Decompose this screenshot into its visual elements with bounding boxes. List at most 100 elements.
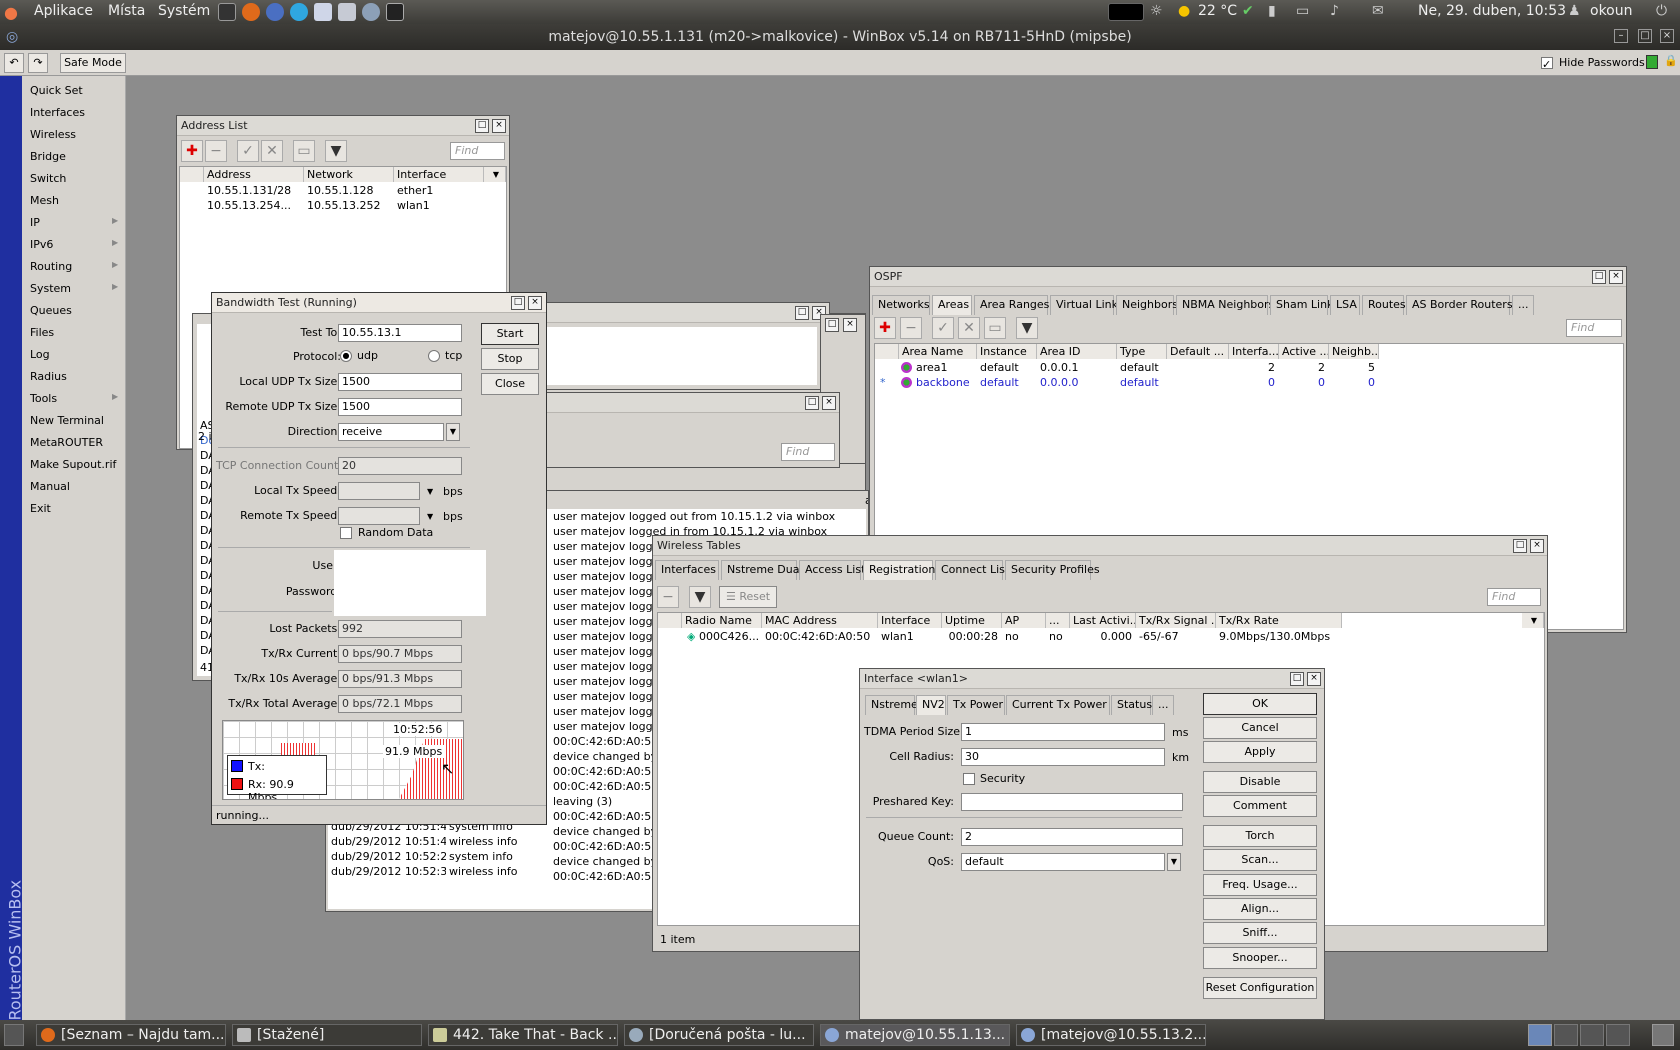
- add-icon[interactable]: ✚: [181, 140, 203, 162]
- menu-item[interactable]: Routing ▶: [30, 260, 126, 273]
- remote-speed-input[interactable]: [338, 507, 420, 525]
- close-button[interactable]: ×: [843, 318, 857, 332]
- column-header[interactable]: Network: [304, 167, 394, 182]
- column-header[interactable]: Type: [1117, 344, 1167, 359]
- monitor-launcher-icon[interactable]: [386, 3, 404, 21]
- column-header[interactable]: Tx/Rx Rate: [1216, 613, 1342, 628]
- find-input[interactable]: Find: [781, 443, 835, 461]
- disable-button[interactable]: Disable: [1203, 771, 1317, 793]
- column-header[interactable]: Uptime: [942, 613, 1002, 628]
- menu-item[interactable]: Quick Set: [30, 84, 126, 97]
- close-button[interactable]: ×: [1660, 29, 1674, 43]
- menu-item[interactable]: New Terminal: [30, 414, 126, 427]
- dropdown-icon[interactable]: ▼: [424, 484, 433, 499]
- workspace-4[interactable]: [1606, 1024, 1630, 1046]
- tab-connect-list[interactable]: Connect List: [935, 560, 1009, 580]
- safe-mode-button[interactable]: Safe Mode: [60, 53, 126, 73]
- ubuntu-logo-icon[interactable]: ●: [4, 3, 26, 22]
- remove-icon[interactable]: −: [900, 317, 922, 339]
- system-menu[interactable]: Systém: [158, 3, 210, 19]
- tcp-radio[interactable]: [428, 350, 440, 362]
- column-header[interactable]: Last Activi...: [1070, 613, 1136, 628]
- tab-nv2[interactable]: NV2: [916, 695, 946, 715]
- tab-access-list[interactable]: Access List: [799, 560, 865, 580]
- column-header[interactable]: [875, 344, 899, 359]
- column-header[interactable]: AP: [1002, 613, 1046, 628]
- maximize-button[interactable]: □: [825, 318, 839, 332]
- clock[interactable]: Ne, 29. duben, 10:53: [1418, 3, 1566, 19]
- menu-item[interactable]: Log: [30, 348, 126, 361]
- maximize-button[interactable]: □: [511, 296, 525, 310]
- column-header[interactable]: Tx/Rx Signal ...: [1136, 613, 1216, 628]
- menu-item[interactable]: IP ▶: [30, 216, 126, 229]
- start-button[interactable]: Start: [481, 323, 539, 345]
- menu-item[interactable]: Queues: [30, 304, 126, 317]
- column-header[interactable]: Interface: [878, 613, 942, 628]
- task-folder[interactable]: [Stažené]: [232, 1024, 422, 1046]
- snooper-button[interactable]: Snooper...: [1203, 947, 1317, 969]
- column-header[interactable]: Instance: [977, 344, 1037, 359]
- maximize-button[interactable]: □: [1290, 672, 1304, 686]
- close-button[interactable]: ×: [1307, 672, 1321, 686]
- udp-radio[interactable]: ●: [340, 350, 352, 362]
- menu-item[interactable]: Mesh: [30, 194, 126, 207]
- column-header[interactable]: [658, 613, 682, 628]
- comment-icon[interactable]: ▭: [984, 317, 1006, 339]
- pidgin-launcher-icon[interactable]: [266, 3, 284, 21]
- menu-item[interactable]: Bridge: [30, 150, 126, 163]
- tab-routes[interactable]: Routes: [1362, 295, 1406, 315]
- close-button[interactable]: ×: [822, 396, 836, 410]
- enable-icon[interactable]: ✓: [932, 317, 954, 339]
- comment-icon[interactable]: ▭: [293, 140, 315, 162]
- qos-dropdown-icon[interactable]: ▼: [1167, 853, 1181, 871]
- maximize-button[interactable]: □: [475, 119, 489, 133]
- random-data-checkbox[interactable]: [340, 527, 352, 539]
- close-button[interactable]: ×: [1609, 270, 1623, 284]
- task-mail[interactable]: [Doručená pošta - lu...: [624, 1024, 814, 1046]
- menu-item[interactable]: Exit: [30, 502, 126, 515]
- menu-item[interactable]: Interfaces: [30, 106, 126, 119]
- battery-icon[interactable]: ▭: [1296, 3, 1309, 19]
- tab-security-profiles[interactable]: Security Profiles: [1005, 560, 1100, 580]
- queue-count-input[interactable]: 2: [961, 828, 1183, 846]
- credentials-box[interactable]: [334, 550, 486, 616]
- cell-radius-input[interactable]: 30: [961, 748, 1165, 766]
- find-input[interactable]: Find: [1487, 588, 1541, 606]
- dropdown-icon[interactable]: ▼: [424, 509, 433, 524]
- maximize-button[interactable]: □: [1592, 270, 1606, 284]
- sniff-button[interactable]: Sniff...: [1203, 922, 1317, 944]
- menu-item[interactable]: Radius: [30, 370, 126, 383]
- direction-select[interactable]: receive: [338, 423, 444, 441]
- align-button[interactable]: Align...: [1203, 898, 1317, 920]
- volume-icon[interactable]: ♪: [1330, 3, 1339, 19]
- menu-item[interactable]: System ▶: [30, 282, 126, 295]
- tab-current-tx-power[interactable]: Current Tx Power: [1006, 695, 1110, 715]
- tab-interfaces[interactable]: Interfaces: [655, 560, 719, 580]
- reset-button[interactable]: ☰ Reset: [719, 586, 777, 608]
- remove-icon[interactable]: −: [657, 586, 679, 608]
- trash-icon[interactable]: [1652, 1024, 1674, 1046]
- scan-button[interactable]: Scan...: [1203, 849, 1317, 871]
- column-header[interactable]: ...: [1046, 613, 1070, 628]
- close-button[interactable]: ×: [528, 296, 542, 310]
- remote-udp-input[interactable]: 1500: [338, 398, 462, 416]
- undo-icon[interactable]: ↶: [4, 53, 24, 73]
- stop-button[interactable]: Stop: [481, 348, 539, 370]
- column-header[interactable]: Interfa...: [1229, 344, 1279, 359]
- local-udp-input[interactable]: 1500: [338, 373, 462, 391]
- tab--[interactable]: ...: [1512, 295, 1534, 315]
- menu-item[interactable]: IPv6 ▶: [30, 238, 126, 251]
- terminal-launcher-icon[interactable]: [218, 3, 236, 21]
- column-menu-icon[interactable]: ▼: [484, 167, 506, 182]
- apply-button[interactable]: Apply: [1203, 741, 1317, 763]
- column-header[interactable]: Interface: [394, 167, 484, 182]
- find-input[interactable]: Find: [1566, 319, 1622, 337]
- task-music[interactable]: 442. Take That - Back ...: [428, 1024, 618, 1046]
- enable-icon[interactable]: ✓: [237, 140, 259, 162]
- menu-item[interactable]: Switch: [30, 172, 126, 185]
- task-winbox-1[interactable]: matejov@10.55.1.13...: [820, 1024, 1010, 1046]
- ok-button[interactable]: OK: [1203, 693, 1317, 715]
- add-icon[interactable]: ✚: [874, 317, 896, 339]
- menu-item[interactable]: Wireless: [30, 128, 126, 141]
- torch-button[interactable]: Torch: [1203, 825, 1317, 847]
